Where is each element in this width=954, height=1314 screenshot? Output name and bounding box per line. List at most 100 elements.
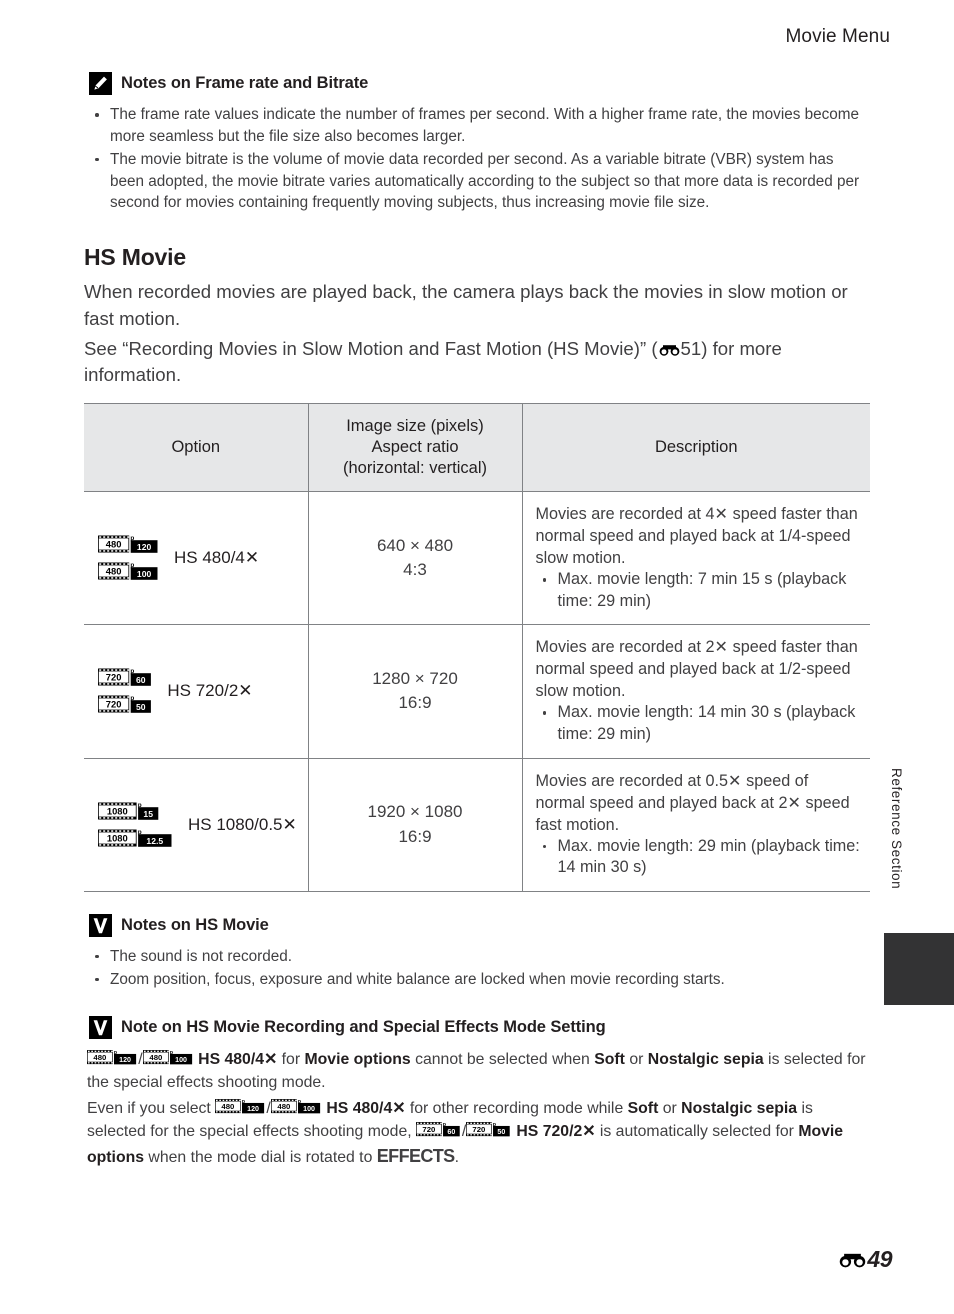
table-header-row: Option Image size (pixels) Aspect ratio …	[84, 402, 870, 493]
notes-hs-movie-list: The sound is not recorded. Zoom position…	[84, 946, 870, 991]
notes-hs-movie-title: Notes on HS Movie	[121, 915, 269, 934]
column-header-image-size-line2: Aspect ratio	[371, 437, 459, 456]
svg-text:480: 480	[149, 1054, 162, 1063]
page-content: Notes on Frame rate and Bitrate The fram…	[84, 72, 870, 1170]
movie-icon-720p-60: 720 p 60	[416, 1120, 462, 1139]
list-item: Max. movie length: 14 min 30 s (playback…	[536, 702, 861, 745]
movie-icon-480p-100: 480 p 100	[98, 560, 160, 583]
aspect-ratio-value: 16:9	[398, 826, 432, 846]
reference-section-icon	[659, 343, 680, 357]
cell-image-size: 640 × 480 4:3	[308, 491, 523, 626]
movie-icon-720p-50: 720 p 50	[466, 1120, 512, 1139]
svg-text:120: 120	[247, 1105, 259, 1113]
svg-text:480: 480	[106, 539, 122, 550]
list-item: Max. movie length: 7 min 15 s (playback …	[536, 569, 861, 612]
text-fragment: cannot be selected when	[410, 1051, 595, 1069]
image-size-value: 1920 × 1080	[367, 802, 463, 822]
text-bold-soft: Soft	[627, 1099, 659, 1117]
table-body: 480 p 120 480 p 100 HS 480/4✕ 640 × 480 …	[84, 491, 870, 892]
text-bold-hs480: HS 480/4✕	[326, 1099, 406, 1117]
cell-description: Movies are recorded at 0.5✕ speed of nor…	[522, 757, 870, 892]
movie-icon-720p-50: 720 p 50	[98, 693, 153, 716]
cell-option: 720 p 60 720 p 50 HS 720/2✕	[84, 624, 309, 759]
note-special-effects-title: Note on HS Movie Recording and Special E…	[121, 1018, 606, 1037]
svg-text:1080: 1080	[107, 832, 128, 843]
mode-dial-effects-label: EFFECTS	[376, 1145, 455, 1166]
option-label: HS 1080/0.5✕	[188, 814, 297, 834]
cell-description: Movies are recorded at 4✕ speed faster t…	[522, 491, 870, 626]
column-header-description: Description	[521, 402, 870, 493]
option-label: HS 720/2✕	[167, 681, 253, 701]
movie-icon-480p-100: 480 p 100	[270, 1097, 322, 1116]
description-paragraph: Movies are recorded at 4✕ speed faster t…	[535, 505, 858, 568]
svg-text:480: 480	[222, 1102, 235, 1111]
text-fragment: when the mode dial is rotated to	[144, 1148, 377, 1166]
column-header-image-size-line3: (horizontal: vertical)	[343, 459, 487, 478]
description-list: Max. movie length: 29 min (playback time…	[536, 836, 861, 879]
description-paragraph: Movies are recorded at 2✕ speed faster t…	[535, 638, 858, 701]
cell-description: Movies are recorded at 2✕ speed faster t…	[522, 624, 870, 759]
note-special-effects-paragraph-1: 480 p 120 / 480 p 100 HS 480/4✕ for Movi…	[87, 1048, 870, 1094]
notes-frame-rate-block: Notes on Frame rate and Bitrate The fram…	[84, 72, 870, 214]
table-row: 480 p 120 480 p 100 HS 480/4✕ 640 × 480 …	[84, 491, 870, 626]
movie-icon-480p-120: 480 p 120	[98, 533, 160, 556]
movie-icon-1080p-15: 1080 p 15	[98, 800, 174, 823]
notes-frame-rate-title: Notes on Frame rate and Bitrate	[121, 74, 369, 92]
text-fragment: for other recording mode while	[405, 1099, 628, 1117]
note-special-effects-paragraph-2: Even if you select 480 p 120 / 480 p 100…	[87, 1097, 870, 1170]
movie-mode-icon-group: 720 p 60 720 p 50	[98, 666, 153, 716]
movie-mode-icon-group: 480 p 120 480 p 100	[98, 533, 160, 583]
svg-text:100: 100	[137, 569, 152, 579]
svg-text:720: 720	[106, 672, 122, 683]
list-item: The frame rate values indicate the numbe…	[84, 104, 870, 148]
svg-text:480: 480	[277, 1102, 290, 1111]
table-row: 720 p 60 720 p 50 HS 720/2✕ 1280 × 720 1…	[84, 624, 870, 759]
hs-movie-paragraph-2: See “Recording Movies in Slow Motion and…	[84, 336, 870, 389]
movie-icon-480p-100: 480 p 100	[142, 1048, 194, 1067]
svg-text:480: 480	[93, 1054, 106, 1063]
svg-text:15: 15	[143, 809, 153, 819]
movie-icon-1080p-125: 1080 p 12.5	[98, 827, 174, 850]
svg-text:1080: 1080	[107, 805, 128, 816]
aspect-ratio-value: 16:9	[398, 693, 432, 713]
description-list: Max. movie length: 14 min 30 s (playback…	[536, 702, 861, 745]
text-bold-nostalgic-sepia: Nostalgic sepia	[647, 1051, 764, 1069]
text-bold-movie-options: Movie options	[304, 1051, 411, 1069]
text-fragment: for	[277, 1051, 305, 1069]
page-header-title: Movie Menu	[785, 26, 890, 47]
svg-text:120: 120	[119, 1057, 131, 1065]
list-item: The sound is not recorded.	[84, 946, 870, 968]
text-fragment: .	[454, 1148, 459, 1166]
text-bold-hs720: HS 720/2✕	[516, 1123, 596, 1141]
notes-hs-movie-block: Notes on HS Movie The sound is not recor…	[84, 913, 870, 991]
hs-movie-paragraph-1: When recorded movies are played back, th…	[84, 281, 848, 329]
list-item: The movie bitrate is the volume of movie…	[84, 149, 870, 215]
svg-text:120: 120	[137, 542, 152, 552]
notes-hs-movie-heading: Notes on HS Movie	[89, 913, 870, 937]
column-header-image-size-line1: Image size (pixels)	[346, 416, 484, 435]
svg-text:720: 720	[473, 1125, 486, 1134]
side-tab-reference-section-label: Reference Section	[889, 768, 904, 890]
page-number: 49	[867, 1246, 892, 1272]
aspect-ratio-value: 4:3	[403, 560, 427, 580]
list-item: Zoom position, focus, exposure and white…	[84, 969, 870, 991]
svg-text:720: 720	[106, 699, 122, 710]
text-fragment: or	[624, 1051, 648, 1069]
svg-text:480: 480	[106, 566, 122, 577]
svg-text:100: 100	[303, 1105, 315, 1113]
text-bold-nostalgic-sepia: Nostalgic sepia	[681, 1099, 798, 1117]
hs-movie-para2-before: See “Recording Movies in Slow Motion and…	[84, 338, 658, 360]
svg-text:50: 50	[498, 1128, 506, 1136]
caution-v-icon	[89, 913, 112, 937]
text-fragment: or	[658, 1099, 682, 1117]
image-size-value: 640 × 480	[376, 535, 454, 555]
description-list: Max. movie length: 7 min 15 s (playback …	[536, 569, 861, 612]
cell-option: 480 p 120 480 p 100 HS 480/4✕	[84, 491, 309, 626]
movie-mode-icon-group: 1080 p 15 1080 p 12.5	[98, 800, 174, 850]
svg-text:50: 50	[136, 703, 146, 713]
movie-icon-720p-60: 720 p 60	[98, 666, 153, 689]
side-tab-block	[884, 933, 954, 1005]
column-header-image-size: Image size (pixels) Aspect ratio (horizo…	[307, 402, 523, 493]
reference-section-icon	[839, 1251, 866, 1269]
svg-text:60: 60	[447, 1128, 455, 1136]
